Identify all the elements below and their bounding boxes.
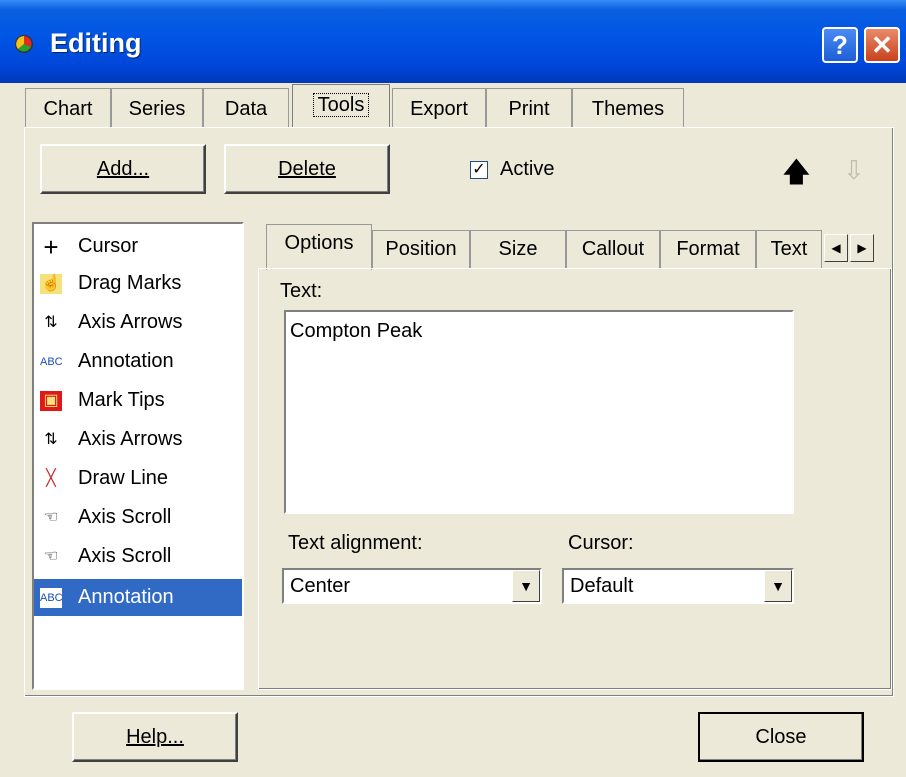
text-alignment-select[interactable]: Center ▼ [282,568,542,604]
text-alignment-value: Center [290,575,351,597]
help-icon[interactable]: ? [822,27,858,63]
chevron-down-icon[interactable]: ▼ [512,570,540,602]
subtab-label: Position [385,238,457,260]
editing-dialog: Editing ? ✕ Chart Series Data Tools Expo… [0,0,906,777]
help-button-label: Help... [126,726,184,748]
list-item-selected[interactable]: ABC Annotation [34,579,242,616]
annotation-icon: ABC [40,588,63,608]
tab-themes[interactable]: Themes [572,88,684,130]
active-checkbox[interactable]: ✓ [470,161,488,179]
title-bar[interactable]: Editing ? ✕ [0,0,906,83]
close-button-label: Close [755,726,807,748]
list-item[interactable]: ☝ Drag Marks [34,265,242,302]
subtab-label: Options [284,232,354,254]
list-item-label: Axis Scroll [78,506,172,528]
tab-label: Themes [591,98,665,120]
tab-label: Tools [312,93,370,117]
axis-arrows-icon: ⇅ [44,431,58,448]
tab-series[interactable]: Series [111,88,203,130]
tab-tools[interactable]: Tools [292,84,390,132]
list-item-label: Axis Arrows [78,428,183,450]
list-item-label: Draw Line [78,467,169,489]
move-down-icon: ⇩ [843,155,865,185]
subtab-text[interactable]: Text [756,230,822,268]
active-label: Active [500,158,555,180]
list-item-label: Cursor [78,235,139,257]
axis-scroll-icon: ☜ [43,509,59,526]
add-button[interactable]: Add... [40,144,206,194]
tab-label: Series [128,98,186,120]
list-item-label: Annotation [78,350,174,372]
list-item[interactable]: ⇅ Axis Arrows [34,421,242,458]
move-up-icon[interactable]: 🡅 [782,158,811,186]
tab-scroll-right-icon[interactable]: ▶ [850,234,874,262]
list-item-label: Axis Arrows [78,311,183,333]
list-item[interactable]: ╳ Draw Line [34,460,242,497]
list-item[interactable]: ▣ Mark Tips [34,382,242,419]
tools-list[interactable]: + Cursor ☝ Drag Marks ⇅ Axis Arrows ABC Anno… [32,222,244,690]
list-item[interactable]: ☜ Axis Scroll [34,538,242,575]
mark-tips-icon: ▣ [40,391,62,411]
axis-scroll-icon: ☜ [43,548,59,565]
tab-label: Print [508,98,550,120]
tab-chart[interactable]: Chart [25,88,111,130]
delete-button[interactable]: Delete [224,144,390,194]
text-label-text: Text: [280,280,323,302]
cursor-value: Default [570,575,634,597]
list-item-label: Drag Marks [78,272,182,294]
list-item[interactable]: ☜ Axis Scroll [34,499,242,536]
tab-label: Data [224,98,268,120]
help-button[interactable]: Help... [72,712,238,762]
list-item[interactable]: ABC Annotation [34,343,242,380]
cursor-select[interactable]: Default ▼ [562,568,794,604]
tab-print[interactable]: Print [486,88,572,130]
annotation-icon: ABC [40,356,63,368]
subtab-label: Format [676,238,740,260]
add-button-label: Add... [96,158,150,180]
subtab-label: Text [770,238,808,260]
subtab-format[interactable]: Format [660,230,756,268]
cursor-icon: + [43,232,59,262]
tab-scroll-left-icon[interactable]: ◀ [824,234,848,262]
chevron-down-icon[interactable]: ▼ [764,570,792,602]
subtab-label: Size [498,238,538,260]
window-title: Editing [50,28,142,58]
drag-marks-icon: ☝ [40,274,62,294]
text-alignment-label: Text alignment: [288,532,423,554]
cursor-label: Cursor: [568,532,634,554]
annotation-text-field[interactable]: Compton Peak [284,310,794,514]
subtab-label: Callout [581,238,645,260]
app-icon [15,35,33,53]
draw-line-icon: ╳ [46,470,56,487]
axis-arrows-icon: ⇅ [44,314,58,331]
tab-export[interactable]: Export [392,88,486,130]
list-item-label: Axis Scroll [78,545,172,567]
list-item-label: Annotation [78,586,174,608]
close-button[interactable]: Close [698,712,864,762]
tab-label: Export [410,98,468,120]
subtab-size[interactable]: Size [470,230,566,268]
text-label: Text: [280,280,322,303]
tab-label: Chart [43,98,93,120]
list-item[interactable]: + Cursor [34,228,242,265]
delete-button-label: Delete [278,158,336,180]
subtab-position[interactable]: Position [372,230,470,268]
list-item-label: Mark Tips [78,389,165,411]
tab-data[interactable]: Data [203,88,289,130]
annotation-options: Options Position Size Callout Format Tex… [258,222,894,692]
subtab-options[interactable]: Options [266,224,372,270]
subtab-callout[interactable]: Callout [566,230,660,268]
close-icon[interactable]: ✕ [864,27,900,63]
list-item[interactable]: ⇅ Axis Arrows [34,304,242,341]
